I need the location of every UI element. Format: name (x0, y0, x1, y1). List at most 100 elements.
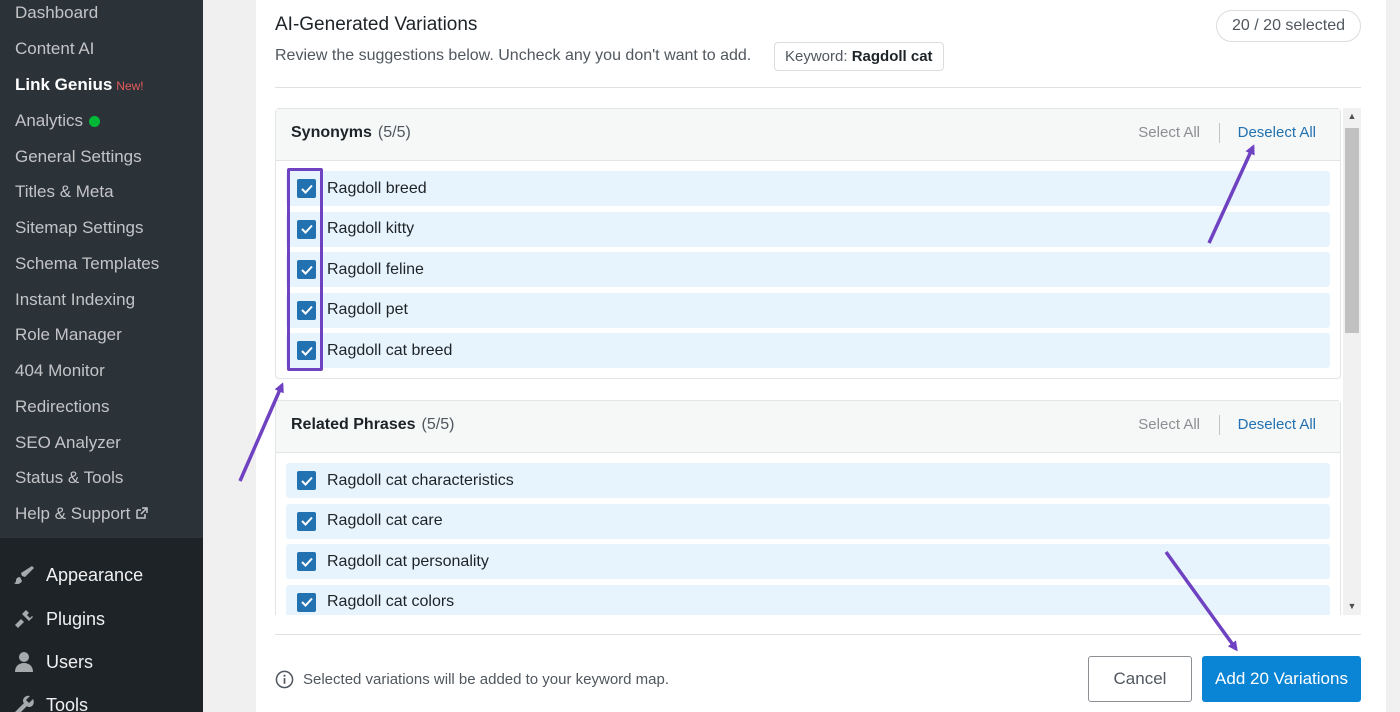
content-background (203, 0, 256, 712)
sidebar-item-label: Content AI (15, 39, 95, 58)
sidebar-item-titles-meta[interactable]: Titles & Meta (15, 182, 114, 202)
divider (1219, 415, 1220, 435)
sidebar-item-label: SEO Analyzer (15, 433, 121, 452)
variation-item[interactable]: Ragdoll cat personality (286, 544, 1330, 579)
deselect-all-button[interactable]: Deselect All (1238, 416, 1316, 433)
keyword-label: Keyword: (785, 48, 848, 65)
checkmark-icon (300, 476, 313, 486)
sidebar-item-status-tools[interactable]: Status & Tools (15, 468, 123, 488)
sidebar-item-general-settings[interactable]: General Settings (15, 147, 142, 167)
paintbrush-icon (14, 566, 34, 585)
section-synonyms: Synonyms (5/5) Select All Deselect All Ra… (275, 108, 1341, 379)
sidebar-item-label: Plugins (46, 608, 106, 629)
section-title: Synonyms (5/5) (291, 124, 411, 142)
sidebar-item-label: Schema Templates (15, 254, 160, 273)
sidebar-item-dashboard[interactable]: Dashboard (15, 3, 98, 23)
checkbox-checked[interactable] (297, 552, 316, 571)
sidebar-item-label: Tools (46, 694, 89, 712)
sidebar-item-schema-templates[interactable]: Schema Templates (15, 254, 159, 274)
scrollbar-thumb[interactable] (1345, 128, 1359, 333)
scroll-down-arrow-icon[interactable]: ▼ (1343, 598, 1361, 615)
variation-label: Ragdoll cat characteristics (327, 471, 514, 489)
footer-note: Selected variations will be added to you… (303, 671, 670, 688)
sidebar-item-sitemap-settings[interactable]: Sitemap Settings (15, 218, 144, 238)
sidebar-item-label: Sitemap Settings (15, 218, 144, 237)
sidebar-item-label: Status & Tools (15, 468, 124, 487)
sidebar-item-redirections[interactable]: Redirections (15, 397, 110, 417)
variation-label: Ragdoll cat colors (327, 593, 455, 610)
variation-item[interactable]: Ragdoll cat characteristics (286, 463, 1330, 498)
sidebar-item-label: Redirections (15, 397, 110, 416)
cancel-button[interactable]: Cancel (1088, 656, 1192, 702)
user-icon (15, 652, 33, 672)
variation-label: Ragdoll cat breed (327, 341, 453, 359)
sidebar-item-tools[interactable]: Tools (12, 693, 88, 712)
section-title-text: Synonyms (291, 124, 372, 141)
section-header: Synonyms (5/5) Select All Deselect All (276, 109, 1340, 161)
select-all-button[interactable]: Select All (1138, 124, 1200, 141)
keyword-value: Ragdoll cat (851, 48, 933, 65)
info-icon (275, 670, 294, 689)
external-link-icon (136, 507, 149, 519)
keyword-chip: Keyword: Ragdoll cat (774, 42, 944, 71)
sidebar-item-link-genius[interactable]: Link Genius New! (15, 75, 144, 95)
modal-subtitle: Review the suggestions below. Uncheck an… (275, 47, 752, 64)
sidebar-item-label: Titles & Meta (15, 182, 114, 201)
variation-item[interactable]: Ragdoll cat breed (286, 333, 1330, 368)
variation-item[interactable]: Ragdoll cat colors (286, 584, 1330, 615)
variation-label: Ragdoll breed (327, 179, 427, 197)
scrollbar[interactable]: ▲ ▼ (1343, 108, 1361, 615)
sidebar-item-appearance[interactable]: Appearance (12, 563, 143, 587)
section-title: Related Phrases (5/5) (291, 416, 454, 434)
sidebar-item-404-monitor[interactable]: 404 Monitor (15, 361, 105, 381)
checkbox-highlight-box (287, 168, 323, 371)
sidebar-item-plugins[interactable]: Plugins (12, 607, 105, 631)
sidebar-item-instant-indexing[interactable]: Instant Indexing (15, 290, 135, 310)
divider (275, 87, 1361, 88)
section-related-phrases: Related Phrases (5/5) Select All Deselect… (275, 400, 1341, 615)
sidebar-item-analytics[interactable]: Analytics (15, 111, 101, 131)
checkmark-icon (300, 597, 313, 607)
section-count: (5/5) (421, 416, 455, 433)
admin-sidebar: Dashboard Content AI Link Genius New! Ana… (0, 0, 203, 712)
variation-item[interactable]: Ragdoll cat care (286, 503, 1330, 539)
select-all-button[interactable]: Select All (1138, 416, 1200, 433)
sidebar-item-label: General Settings (15, 147, 142, 166)
plug-icon (15, 610, 33, 628)
divider (275, 634, 1361, 635)
variation-item[interactable]: Ragdoll feline (286, 252, 1330, 287)
variation-item[interactable]: Ragdoll breed (286, 171, 1330, 206)
variation-label: Ragdoll cat personality (327, 552, 489, 570)
variation-label: Ragdoll feline (327, 260, 424, 278)
sidebar-item-help-support[interactable]: Help & Support (15, 504, 149, 524)
sidebar-item-role-manager[interactable]: Role Manager (15, 325, 122, 345)
scroll-up-arrow-icon[interactable]: ▲ (1343, 108, 1361, 125)
add-variations-button[interactable]: Add 20 Variations (1202, 656, 1361, 702)
sidebar-item-content-ai[interactable]: Content AI (15, 39, 94, 59)
sidebar-item-label: Appearance (46, 564, 144, 585)
sidebar-item-label: Help & Support (15, 504, 131, 523)
deselect-all-button[interactable]: Deselect All (1238, 124, 1316, 141)
checkbox-checked[interactable] (297, 511, 316, 531)
sidebar-item-label: Instant Indexing (15, 290, 136, 309)
sidebar-item-users[interactable]: Users (12, 650, 93, 674)
sidebar-item-label: 404 Monitor (15, 361, 105, 380)
sidebar-item-label: Users (46, 651, 94, 672)
checkbox-checked[interactable] (297, 471, 316, 490)
variations-modal: AI-Generated Variations 20 / 20 selected… (256, 0, 1386, 712)
sidebar-item-label: Role Manager (15, 325, 122, 344)
section-title-text: Related Phrases (291, 416, 416, 433)
seo-submenu: Dashboard Content AI Link Genius New! Ana… (0, 0, 203, 538)
variation-item[interactable]: Ragdoll pet (286, 292, 1330, 328)
variations-scroll-area[interactable]: Synonyms (5/5) Select All Deselect All Ra… (275, 108, 1361, 615)
status-dot-icon (89, 116, 101, 127)
checkmark-icon (300, 516, 313, 526)
wrench-icon (15, 695, 34, 712)
variation-item[interactable]: Ragdoll kitty (286, 211, 1330, 247)
checkmark-icon (300, 557, 313, 567)
variation-label: Ragdoll cat care (327, 512, 443, 529)
sidebar-item-seo-analyzer[interactable]: SEO Analyzer (15, 433, 121, 453)
sidebar-item-label: Dashboard (15, 3, 99, 22)
variation-label: Ragdoll kitty (327, 220, 415, 237)
checkbox-checked[interactable] (297, 592, 316, 612)
